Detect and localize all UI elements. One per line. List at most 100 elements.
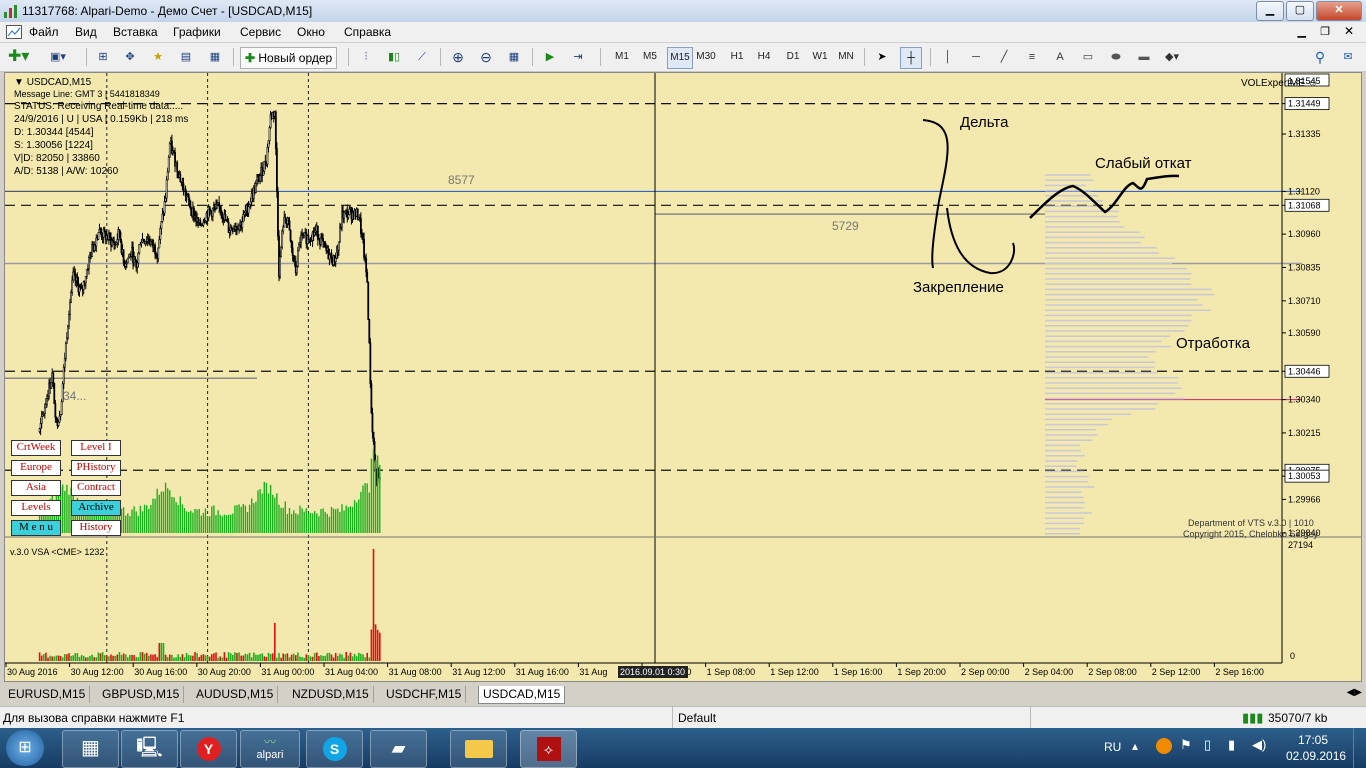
tf-d1[interactable]: D1 bbox=[783, 47, 803, 67]
line-chart-icon[interactable]: ⟋ bbox=[412, 47, 432, 67]
search-icon[interactable]: ⚲ bbox=[1310, 47, 1330, 67]
close-button[interactable]: ✕ bbox=[1316, 1, 1362, 21]
tray-signal-icon[interactable]: ▮ bbox=[1228, 737, 1235, 753]
phistory-button[interactable]: PHistory bbox=[71, 460, 121, 476]
chart-shift-icon[interactable]: ⇥ bbox=[568, 47, 588, 67]
menu-insert[interactable]: Вставка bbox=[113, 25, 158, 39]
language-indicator[interactable]: RU bbox=[1104, 740, 1121, 754]
zoom-out-icon[interactable]: ⊖ bbox=[476, 47, 496, 67]
crosshair-icon[interactable]: ┼ bbox=[900, 47, 922, 69]
tf-h1[interactable]: H1 bbox=[727, 47, 747, 67]
menu-button[interactable]: M e n u bbox=[11, 520, 61, 536]
show-desktop-button[interactable] bbox=[1353, 728, 1366, 768]
zoom-in-icon[interactable]: ⊕ bbox=[448, 47, 468, 67]
tf-w1[interactable]: W1 bbox=[810, 47, 830, 67]
asia-button[interactable]: Asia bbox=[11, 480, 61, 496]
explorer-taskbar-button[interactable] bbox=[450, 730, 507, 768]
candlestick-icon[interactable]: ▮▯ bbox=[384, 47, 404, 67]
europe-button[interactable]: Europe bbox=[11, 460, 61, 476]
tab-eurusd[interactable]: EURUSD,M15 bbox=[4, 686, 91, 703]
tray-flag-icon[interactable]: ⚑ bbox=[1180, 737, 1192, 753]
mdi-restore[interactable]: ❐ bbox=[1320, 25, 1330, 38]
pdf-taskbar-button[interactable]: ⟡ bbox=[520, 730, 577, 768]
tile-windows-icon[interactable]: ▦ bbox=[504, 47, 524, 67]
menu-window[interactable]: Окно bbox=[297, 25, 325, 39]
notepad-taskbar-button[interactable]: ▰ bbox=[370, 730, 427, 768]
rectangle-icon[interactable]: ▬ bbox=[1134, 47, 1154, 67]
levels-button[interactable]: Levels bbox=[11, 500, 61, 516]
tab-gbpusd[interactable]: GBPUSD,M15 bbox=[98, 686, 185, 703]
credit-line-1: Department of VTS v.3.0 | 1010 bbox=[1188, 518, 1314, 528]
start-button[interactable]: ⊞ bbox=[6, 730, 44, 766]
contract-button[interactable]: Contract bbox=[71, 480, 121, 496]
level-i-button[interactable]: Level I bbox=[71, 440, 121, 456]
menu-help[interactable]: Справка bbox=[344, 25, 391, 39]
trendline-icon[interactable]: ╱ bbox=[994, 47, 1014, 67]
candle-body bbox=[109, 233, 111, 238]
menu-view[interactable]: Вид bbox=[75, 25, 97, 39]
tab-scroll-icon[interactable]: ◀▶ bbox=[1347, 687, 1362, 698]
menu-file[interactable]: Файл bbox=[29, 25, 59, 39]
mdi-minimize[interactable]: ▁ bbox=[1298, 25, 1306, 38]
tester-icon[interactable]: ▦ bbox=[205, 47, 225, 67]
maximize-button[interactable]: ▢ bbox=[1286, 1, 1314, 21]
tf-mn[interactable]: MN bbox=[836, 47, 856, 67]
calculator-taskbar-button[interactable]: ▦ bbox=[62, 730, 119, 768]
menu-tools[interactable]: Сервис bbox=[240, 25, 281, 39]
minimize-button[interactable]: ▁ bbox=[1256, 1, 1284, 21]
yandex-taskbar-button[interactable]: Y bbox=[180, 730, 237, 768]
archive-button[interactable]: Archive bbox=[71, 500, 121, 516]
chat-icon[interactable]: ✉ bbox=[1338, 47, 1358, 67]
new-chart-icon[interactable]: ✚▾ bbox=[8, 47, 29, 67]
candle-body bbox=[85, 269, 88, 277]
tf-m1[interactable]: M1 bbox=[612, 47, 632, 67]
tf-h4[interactable]: H4 bbox=[754, 47, 774, 67]
alpari-taskbar-button[interactable]: 〰 alpari bbox=[240, 730, 300, 768]
clock-time[interactable]: 17:05 bbox=[1298, 733, 1328, 747]
menu-charts[interactable]: Графики bbox=[173, 25, 221, 39]
mdi-close[interactable]: ✕ bbox=[1344, 24, 1354, 38]
tf-m5[interactable]: M5 bbox=[640, 47, 660, 67]
tab-audusd[interactable]: AUDUSD,M15 bbox=[192, 686, 279, 703]
tab-usdchf[interactable]: USDCHF,M15 bbox=[382, 686, 467, 703]
channel-icon[interactable]: ≡ bbox=[1022, 47, 1042, 67]
candle-body bbox=[69, 302, 71, 315]
navigator-icon[interactable]: ✥ bbox=[120, 47, 140, 67]
tray-expand-icon[interactable]: ▴ bbox=[1132, 739, 1138, 753]
time-tick-label: 30 Aug 20:00 bbox=[198, 667, 251, 677]
crtweek-button[interactable]: CrtWeek bbox=[11, 440, 61, 456]
tab-nzdusd[interactable]: NZDUSD,M15 bbox=[288, 686, 374, 703]
vertical-line-icon[interactable]: │ bbox=[938, 47, 958, 67]
horizontal-line-icon[interactable]: ─ bbox=[966, 47, 986, 67]
label-tool-icon[interactable]: ▭ bbox=[1078, 47, 1098, 67]
time-tick-label: 1 Sep 12:00 bbox=[770, 667, 819, 677]
tray-network-icon[interactable]: ▯ bbox=[1204, 737, 1211, 753]
candle-body bbox=[280, 246, 283, 258]
pdf-icon: ⟡ bbox=[536, 737, 561, 761]
price-chart[interactable]: 1.31449 1.31335 1.31120 1.31068 1.30960 1.308… bbox=[5, 73, 1361, 681]
cursor-icon[interactable]: ➤ bbox=[872, 47, 892, 67]
tab-usdcad[interactable]: USDCAD,M15 bbox=[478, 686, 566, 704]
favorites-icon[interactable]: ★ bbox=[148, 47, 168, 67]
candle-body bbox=[136, 262, 139, 268]
ellipse-icon[interactable]: ⬬ bbox=[1106, 47, 1126, 67]
market-watch-icon[interactable]: ⊞ bbox=[93, 47, 113, 67]
tf-m30[interactable]: M30 bbox=[696, 47, 716, 67]
profiles-icon[interactable]: ▣▾ bbox=[48, 47, 68, 67]
skype-taskbar-button[interactable]: S bbox=[306, 730, 363, 768]
tf-m15[interactable]: M15 bbox=[667, 47, 693, 69]
chart-canvas[interactable]: 1.31449 1.31335 1.31120 1.31068 1.30960 1.308… bbox=[4, 72, 1362, 682]
history-button[interactable]: History bbox=[71, 520, 121, 536]
autoscroll-icon[interactable]: ▶ bbox=[540, 47, 560, 67]
tray-volume-icon[interactable]: ◀) bbox=[1252, 737, 1266, 753]
arrows-icon[interactable]: ◆▾ bbox=[1162, 47, 1182, 67]
bar-chart-icon[interactable]: ⫶ bbox=[356, 47, 376, 67]
new-order-button[interactable]: ✚ Новый ордер bbox=[240, 47, 338, 69]
candle-body bbox=[116, 239, 119, 244]
tray-avast-icon[interactable] bbox=[1156, 738, 1172, 754]
computer-taskbar-button[interactable]: 🖳 bbox=[121, 730, 178, 768]
clock-date[interactable]: 02.09.2016 bbox=[1286, 749, 1346, 763]
terminal-icon[interactable]: ▤ bbox=[176, 47, 196, 67]
text-tool-icon[interactable]: A bbox=[1050, 47, 1070, 67]
chart-window-icon[interactable] bbox=[6, 25, 22, 39]
